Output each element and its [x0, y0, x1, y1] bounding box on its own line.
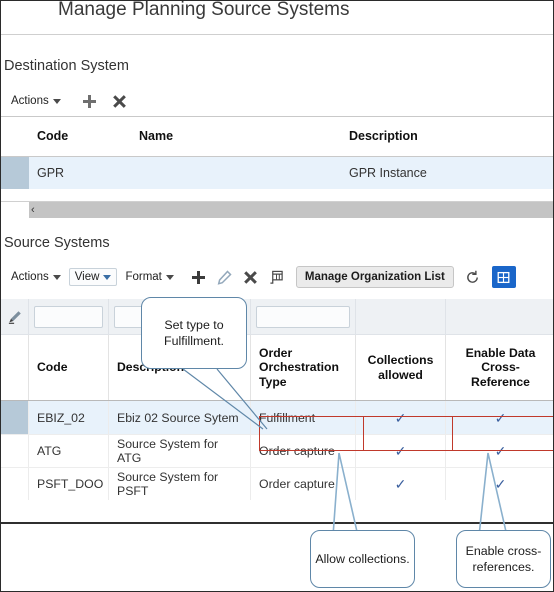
source-header-collections-allowed: Collections allowed	[356, 335, 446, 400]
page-title: Manage Planning Source Systems	[58, 0, 350, 20]
callout-enable-cross-references-text: Enable cross-references.	[465, 544, 542, 574]
source-edit-button[interactable]	[214, 266, 236, 288]
title-divider	[1, 34, 553, 35]
cell-order-orchestration-type[interactable]: Order capture	[251, 468, 356, 500]
table-row[interactable]: PSFT_DOO Source System for PSFT Order ca…	[1, 467, 553, 500]
destination-table-row[interactable]: GPR GPR Instance	[1, 156, 553, 189]
cell-code: EBIZ_02	[29, 401, 109, 434]
chevron-down-icon	[165, 274, 174, 280]
destination-cell-description: GPR Instance	[349, 165, 427, 180]
filter-input-code[interactable]	[34, 305, 103, 328]
destination-toolbar: Actions	[7, 89, 131, 113]
destination-horizontal-scrollbar[interactable]: ‹	[1, 201, 553, 218]
pen-edit-icon	[8, 310, 21, 324]
cell-order-orchestration-type[interactable]: Order capture	[251, 435, 356, 467]
source-delete-button[interactable]	[240, 266, 262, 288]
pencil-icon	[218, 269, 232, 285]
cell-order-orchestration-type[interactable]: Fulfillment	[251, 401, 356, 434]
app-window: Manage Planning Source Systems Destinati…	[0, 0, 554, 592]
source-header-order-orchestration-type: Order Orchestration Type	[251, 335, 356, 400]
row-handle[interactable]	[1, 401, 29, 434]
filter-row	[1, 299, 553, 335]
destination-delete-button[interactable]	[109, 90, 131, 112]
filter-input-type[interactable]	[256, 305, 350, 328]
chevron-down-icon	[52, 98, 61, 104]
cell-code: PSFT_DOO	[29, 468, 109, 500]
destination-header-selector	[1, 117, 29, 157]
callout-set-type-text: Set type to Fulfillment.	[164, 318, 224, 348]
grid-bottom-border	[1, 522, 553, 524]
cell-description: Source System for ATG	[109, 435, 251, 467]
row-handle[interactable]	[1, 435, 29, 467]
detach-grid-icon	[270, 270, 284, 284]
destination-header-code: Code	[29, 117, 139, 157]
cell-collections-allowed[interactable]: ✓	[356, 468, 446, 500]
plus-icon	[192, 270, 206, 284]
source-refresh-button[interactable]	[462, 266, 484, 288]
row-handle[interactable]	[1, 468, 29, 500]
refresh-icon	[467, 270, 479, 283]
callout-allow-collections: Allow collections.	[310, 530, 415, 588]
cell-enable-data-cross-reference[interactable]: ✓	[446, 435, 553, 467]
source-detach-button[interactable]	[266, 266, 288, 288]
source-systems-grid: Code Description Order Orchestration Typ…	[1, 299, 553, 500]
source-header-row: Code Description Order Orchestration Typ…	[1, 335, 553, 401]
filter-cell-code[interactable]	[29, 299, 109, 334]
source-header-code: Code	[29, 335, 109, 400]
destination-cell-code: GPR	[37, 165, 65, 180]
source-section-title: Source Systems	[4, 235, 110, 251]
scrollbar-track[interactable]	[29, 202, 553, 218]
export-icon	[497, 271, 510, 283]
source-toolbar: Actions View Format Manage Organization …	[7, 265, 516, 289]
destination-header-row: Code Name Description	[1, 117, 553, 157]
callout-enable-cross-references: Enable cross-references.	[456, 530, 551, 588]
destination-actions-label: Actions	[11, 95, 49, 107]
destination-section-title: Destination System	[4, 58, 129, 74]
filter-edit-cell[interactable]	[1, 299, 29, 334]
source-header-selector	[1, 335, 29, 400]
destination-row-handle[interactable]	[1, 156, 29, 189]
filter-cell-type[interactable]	[251, 299, 356, 334]
source-header-enable-data-cross-reference: Enable Data Cross-Reference	[465, 345, 536, 389]
close-x-icon	[244, 271, 257, 284]
destination-add-button[interactable]	[79, 90, 101, 112]
source-actions-label: Actions	[11, 271, 49, 283]
chevron-down-icon	[103, 274, 112, 280]
table-row[interactable]: ATG Source System for ATG Order capture …	[1, 434, 553, 467]
cell-collections-allowed[interactable]: ✓	[356, 401, 446, 434]
destination-header-name: Name	[139, 117, 349, 157]
source-view-label: View	[74, 271, 100, 283]
callout-allow-collections-text: Allow collections.	[315, 552, 410, 566]
source-actions-menu[interactable]: Actions	[7, 269, 65, 285]
filter-cell-xref	[446, 299, 553, 334]
cell-code: ATG	[29, 435, 109, 467]
filter-cell-collections	[356, 299, 446, 334]
callout-set-type: Set type to Fulfillment.	[141, 297, 247, 369]
chevron-down-icon	[52, 274, 61, 280]
cell-enable-data-cross-reference[interactable]: ✓	[446, 401, 553, 434]
source-export-button[interactable]	[491, 266, 516, 288]
source-view-menu[interactable]: View	[68, 268, 118, 286]
destination-table: Code Name Description GPR GPR Instance	[1, 117, 553, 189]
close-x-icon	[113, 95, 126, 108]
cell-description: Ebiz 02 Source Sytem	[109, 401, 251, 434]
cell-description: Source System for PSFT	[109, 468, 251, 500]
cell-collections-allowed[interactable]: ✓	[356, 435, 446, 467]
source-add-button[interactable]	[188, 266, 210, 288]
cell-enable-data-cross-reference[interactable]: ✓	[446, 468, 553, 500]
destination-actions-menu[interactable]: Actions	[7, 93, 65, 109]
table-row[interactable]: EBIZ_02 Ebiz 02 Source Sytem Fulfillment…	[1, 401, 553, 434]
destination-cell-name	[139, 156, 349, 189]
source-format-menu[interactable]: Format	[121, 269, 177, 285]
destination-header-description: Description	[349, 117, 553, 157]
scroll-left-arrow-icon[interactable]: ‹	[31, 204, 35, 216]
source-format-label: Format	[125, 271, 162, 283]
manage-organization-list-button[interactable]: Manage Organization List	[295, 266, 454, 288]
plus-icon	[83, 94, 97, 108]
